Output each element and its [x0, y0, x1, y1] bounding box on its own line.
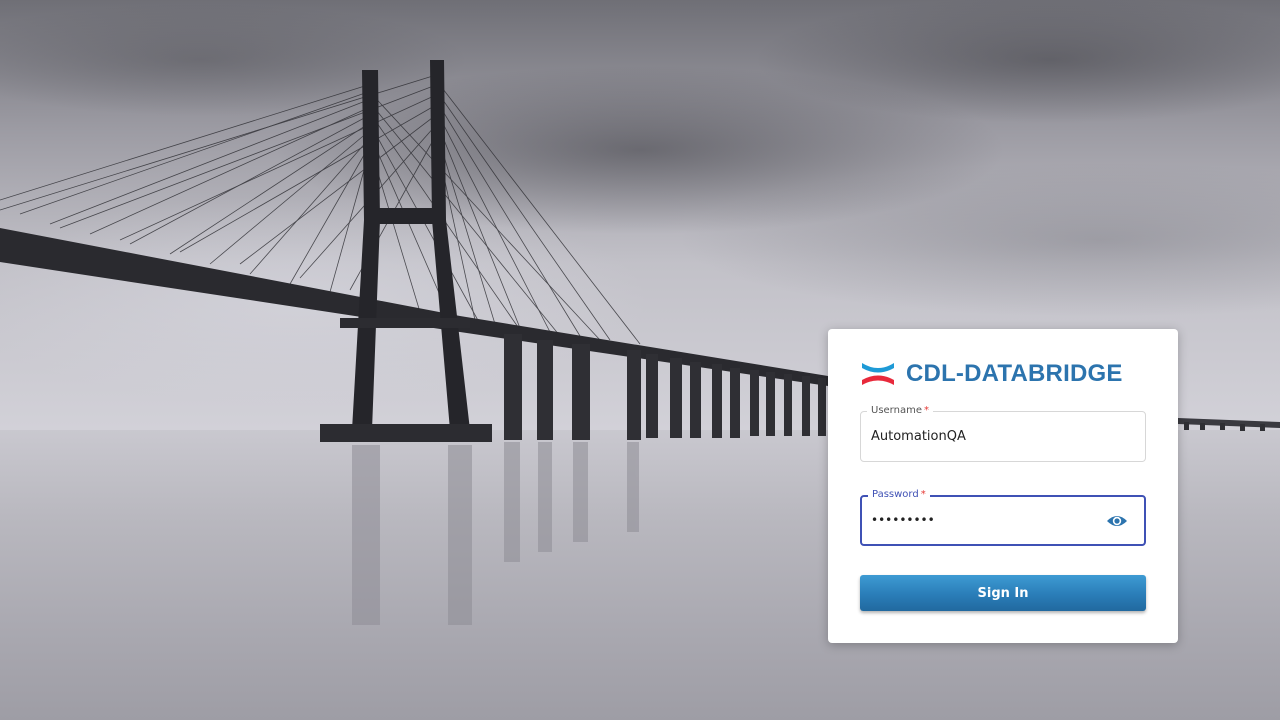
username-input[interactable]	[871, 429, 1111, 444]
login-card: CDL-DATABRIDGE Username* Password* Sign …	[828, 329, 1178, 643]
brand: CDL-DATABRIDGE	[860, 359, 1123, 389]
eye-icon[interactable]	[1106, 513, 1128, 529]
brand-name: CDL-DATABRIDGE	[906, 360, 1123, 387]
username-label: Username *	[867, 404, 933, 418]
password-input[interactable]	[871, 513, 1111, 527]
databridge-logo-icon	[862, 363, 894, 385]
username-field[interactable]: Username *	[860, 404, 1146, 462]
password-label: Password *	[868, 488, 930, 502]
sign-in-button[interactable]: Sign In	[860, 575, 1146, 611]
password-field[interactable]: Password *	[860, 488, 1146, 546]
